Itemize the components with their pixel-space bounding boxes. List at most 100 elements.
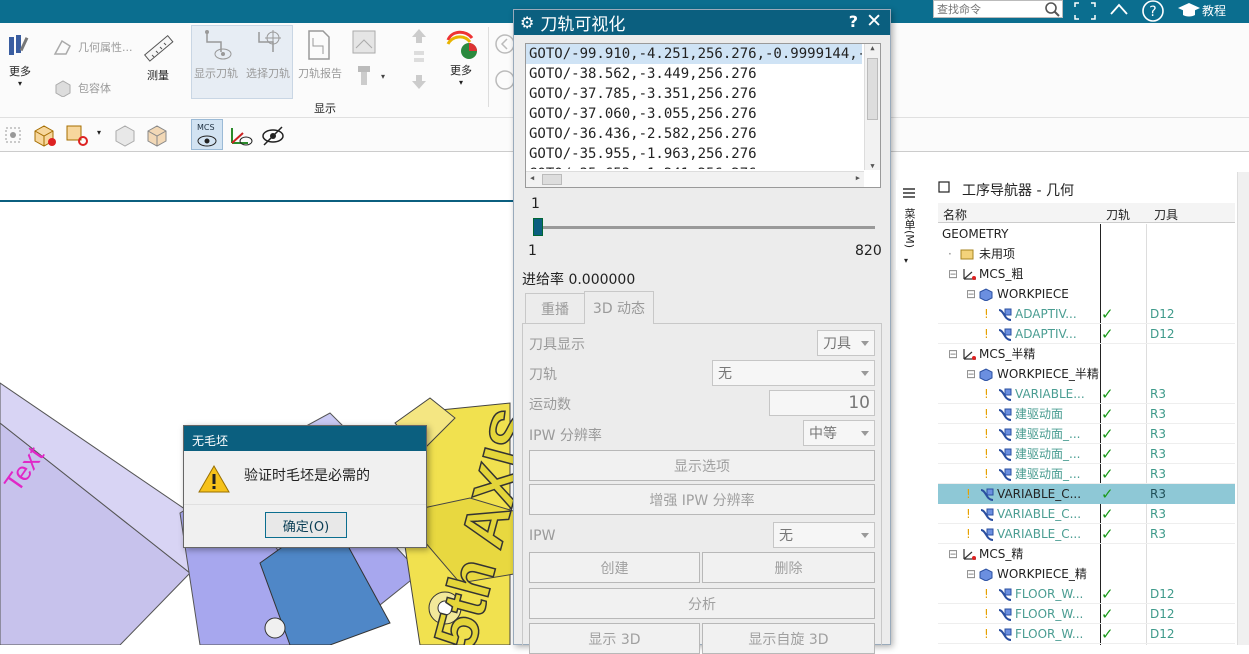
op-icon <box>996 627 1014 649</box>
graduation-cap-icon[interactable] <box>1177 1 1201 22</box>
vscroll-thumb[interactable] <box>867 58 878 120</box>
ipw-button[interactable] <box>349 28 379 58</box>
collapse-ribbon-icon[interactable] <box>1108 0 1130 23</box>
navigator-row[interactable]: ⊟ MCS_半精 <box>938 344 1235 364</box>
step-arrows-button[interactable] <box>408 27 430 93</box>
show-options-button[interactable]: 显示选项 <box>529 450 875 481</box>
tutorial-link[interactable]: 教程 <box>1202 2 1226 19</box>
dialog-titlebar[interactable]: ⚙ 刀轨可视化 ? ✕ <box>514 10 890 35</box>
box-select-icon[interactable] <box>32 123 58 150</box>
close-icon[interactable]: ✕ <box>866 10 882 32</box>
goto-line[interactable]: GOTO/-99.910,-4.251,256.276,-0.9999144,-… <box>526 44 862 64</box>
navigator-row[interactable]: ⊟ MCS_粗 <box>938 264 1235 284</box>
measure-button[interactable]: 测量 <box>140 33 176 83</box>
chevron-down-icon[interactable]: ▾ <box>97 128 101 137</box>
goto-line[interactable]: GOTO/-38.562,-3.449,256.276 <box>526 64 862 84</box>
navigator-row[interactable]: ! 建驱动面_... ✓ R3 <box>938 424 1235 444</box>
goto-line[interactable]: GOTO/-35.653,-1.241,256.276 <box>526 164 862 169</box>
tool-dropdown-button[interactable]: ▾ <box>355 65 385 87</box>
navigator-row[interactable]: GEOMETRY <box>938 224 1235 244</box>
more-right-button[interactable]: 更多 ▾ <box>443 28 479 87</box>
enhance-ipw-button[interactable]: 增强 IPW 分辨率 <box>529 484 875 515</box>
more-left-button[interactable]: 更多 ▾ <box>5 31 35 88</box>
motion-count-input[interactable]: 10 <box>769 390 875 416</box>
navigator-row[interactable]: ! FLOOR_W... ✓ D12 <box>938 604 1235 624</box>
hamburger-icon[interactable] <box>902 186 916 203</box>
toolpath-select[interactable]: 无 <box>712 360 875 386</box>
gear-icon: ⚙ <box>520 13 535 32</box>
geometry-props-button[interactable]: 几何属性... <box>52 38 133 56</box>
tree-toggle-icon[interactable]: ⊟ <box>966 284 976 304</box>
maximize-icon[interactable] <box>938 181 950 196</box>
graphics-window[interactable]: Text 5th AXIS <box>0 153 520 645</box>
analyze-button[interactable]: 分析 <box>529 588 875 619</box>
dialog-message: 验证时毛坯是必需的 <box>244 468 370 484</box>
navigator-row[interactable]: ⊟ WORKPIECE <box>938 284 1235 304</box>
tool-display-select[interactable]: 刀具 <box>817 330 875 356</box>
navigator-row[interactable]: ! 建驱动面_... ✓ R3 <box>938 444 1235 464</box>
row-name: VARIABLE_C... <box>997 487 1082 501</box>
shaded-box-icon[interactable] <box>113 123 139 150</box>
navigator-row[interactable]: ! VARIABLE_C... ✓ R3 <box>938 524 1235 544</box>
search-icon[interactable] <box>1044 1 1060 20</box>
navigator-row[interactable]: ! VARIABLE_C... ✓ R3 <box>938 504 1235 524</box>
navigator-row[interactable]: ! FLOOR_W... ✓ D12 <box>938 584 1235 604</box>
wire-box-icon[interactable] <box>145 123 171 150</box>
tree-toggle-icon[interactable]: · <box>948 244 952 264</box>
tree-toggle-icon[interactable]: ⊟ <box>948 344 958 364</box>
path-report-button[interactable]: 刀轨报告 <box>296 28 344 81</box>
navigator-row[interactable]: ! VARIABLE_C... ✓ R3 <box>938 484 1235 504</box>
list-hscrollbar[interactable]: ◀ ▶ <box>526 171 864 187</box>
mcs-toggle-button[interactable]: MCS <box>191 119 223 150</box>
ipw-resolution-select[interactable]: 中等 <box>803 420 875 446</box>
help-icon[interactable]: ? <box>849 12 858 31</box>
navigator-row[interactable]: ! VARIABLE... ✓ R3 <box>938 384 1235 404</box>
show-3d-button[interactable]: 显示 3D <box>529 623 700 654</box>
tree-toggle-icon[interactable]: ⊟ <box>948 264 958 284</box>
row-tool: D12 <box>1150 327 1175 341</box>
tree-toggle-icon[interactable]: ⊟ <box>948 544 958 564</box>
goto-list[interactable]: GOTO/-99.910,-4.251,256.276,-0.9999144,-… <box>525 43 881 188</box>
tab-replay[interactable]: 重播 <box>525 293 585 323</box>
navigator-row[interactable]: · 未用项 <box>938 244 1235 264</box>
face-select-icon[interactable] <box>64 123 90 150</box>
navigator-row[interactable]: ! 建驱动面_... ✓ R3 <box>938 464 1235 484</box>
ok-button[interactable]: 确定(O) <box>265 512 347 538</box>
create-button[interactable]: 创建 <box>529 552 700 583</box>
navigator-row[interactable]: ⊟ MCS_精 <box>938 544 1235 564</box>
col-tool[interactable]: 刀具 <box>1154 206 1178 223</box>
navigator-row[interactable]: ! ADAPTIV... ✓ D12 <box>938 304 1235 324</box>
menu-label[interactable]: 菜单(M) <box>901 208 917 248</box>
tree-toggle-icon[interactable]: ⊟ <box>966 364 976 384</box>
motion-count-label: 运动数 <box>529 397 571 413</box>
motion-slider-thumb[interactable] <box>533 218 543 236</box>
goto-line[interactable]: GOTO/-37.785,-3.351,256.276 <box>526 84 862 104</box>
navigator-row[interactable]: ⊟ WORKPIECE_半精 <box>938 364 1235 384</box>
delete-button[interactable]: 删除 <box>702 552 875 583</box>
chevron-down-icon[interactable]: ▾ <box>904 256 908 265</box>
navigator-row[interactable]: ! 建驱动面 ✓ R3 <box>938 404 1235 424</box>
motion-slider-track[interactable] <box>533 226 875 229</box>
col-path[interactable]: 刀轨 <box>1106 206 1130 223</box>
axis-eye-icon[interactable] <box>228 123 254 150</box>
containment-button[interactable]: 包容体 <box>52 79 111 97</box>
fullscreen-icon[interactable] <box>1073 1 1097 24</box>
tree-toggle-icon[interactable]: ⊟ <box>966 564 976 584</box>
hscroll-thumb[interactable] <box>542 174 562 185</box>
list-vscrollbar[interactable]: ▲ ▼ <box>864 44 880 170</box>
show-path-button[interactable]: 显示刀轨 <box>193 28 239 81</box>
navigator-row[interactable]: ⊟ WORKPIECE_精 <box>938 564 1235 584</box>
navigator-row[interactable]: ! ADAPTIV... ✓ D12 <box>938 324 1235 344</box>
goto-line[interactable]: GOTO/-35.955,-1.963,256.276 <box>526 144 862 164</box>
goto-line[interactable]: GOTO/-37.060,-3.055,256.276 <box>526 104 862 124</box>
show-spin-3d-button[interactable]: 显示自旋 3D <box>702 623 875 654</box>
hide-eye-icon[interactable] <box>260 123 286 150</box>
select-path-button[interactable]: 选择刀轨 <box>244 28 292 81</box>
tab-3d-dynamic[interactable]: 3D 动态 <box>584 291 654 324</box>
snap-icon[interactable] <box>2 124 24 149</box>
row-name: 建驱动面_... <box>1015 427 1081 441</box>
col-name[interactable]: 名称 <box>943 206 967 223</box>
goto-line[interactable]: GOTO/-36.436,-2.582,256.276 <box>526 124 862 144</box>
navigator-row[interactable]: ! FLOOR_W... ✓ D12 <box>938 624 1235 644</box>
ipw-select[interactable]: 无 <box>773 522 875 548</box>
